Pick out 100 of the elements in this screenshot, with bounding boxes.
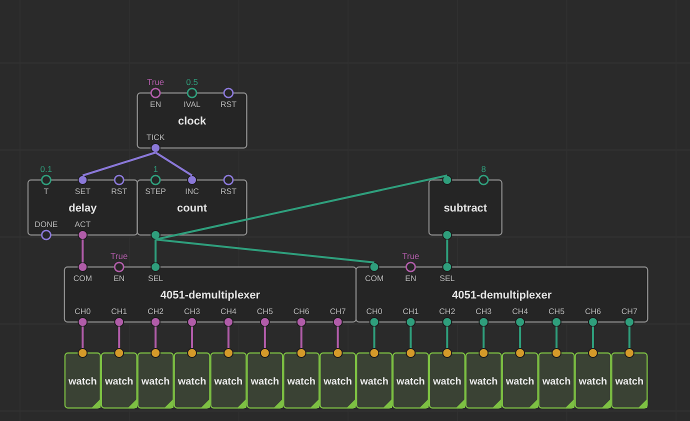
pin[interactable] [187, 348, 198, 358]
pin[interactable] [78, 262, 88, 272]
pin[interactable] [588, 348, 598, 358]
pin[interactable] [478, 174, 489, 186]
pin[interactable] [150, 317, 161, 327]
watch-node [283, 352, 320, 409]
corner-marker [528, 399, 538, 408]
pin[interactable] [296, 317, 306, 327]
node-title: watch [506, 376, 534, 388]
pin[interactable] [150, 88, 161, 98]
link [336, 326, 339, 348]
node-title: count [177, 202, 207, 214]
watch-node [246, 352, 284, 409]
pin[interactable] [406, 317, 416, 327]
pin[interactable] [260, 317, 270, 327]
node-title: watch [433, 376, 462, 388]
pin[interactable] [296, 348, 306, 358]
pin[interactable] [406, 348, 416, 358]
pin-label: DONE [34, 220, 58, 229]
pin-label: CH1 [402, 307, 419, 316]
pin-value: 8 [481, 164, 486, 174]
pin[interactable] [624, 348, 634, 358]
watch-node [611, 352, 648, 409]
pin[interactable] [150, 174, 161, 186]
corner-marker [310, 399, 320, 408]
pin-label: RST [220, 100, 236, 109]
corner-marker [419, 399, 428, 408]
pin-label: CH7 [621, 307, 638, 316]
pin[interactable] [223, 174, 234, 186]
pin-label: CH5 [548, 307, 565, 316]
pin[interactable] [78, 230, 88, 240]
pin-label: CH7 [330, 307, 346, 316]
link [191, 326, 194, 348]
pin-label: T [44, 187, 49, 196]
pin-label: CH6 [293, 307, 310, 316]
pin[interactable] [78, 348, 88, 358]
pin-label: COM [364, 274, 384, 283]
pin-value: 0.5 [186, 77, 198, 87]
pin-label: SEL [148, 274, 164, 283]
pin[interactable] [369, 317, 380, 327]
watch-node [100, 352, 138, 409]
pin[interactable] [442, 348, 452, 358]
pin[interactable] [78, 317, 88, 327]
pin[interactable] [405, 262, 416, 272]
pin[interactable] [150, 143, 161, 153]
pin[interactable] [515, 348, 526, 358]
pin[interactable] [187, 175, 198, 185]
pin[interactable] [369, 262, 380, 272]
pin[interactable] [369, 348, 380, 358]
pin[interactable] [114, 262, 124, 272]
pin[interactable] [78, 175, 88, 185]
pin-value: 1 [153, 164, 158, 174]
pin[interactable] [260, 348, 270, 358]
pin-label: CH5 [256, 307, 273, 316]
pin[interactable] [442, 262, 452, 272]
node-title: subtract [444, 202, 488, 214]
corner-marker [456, 399, 465, 408]
pin[interactable] [478, 348, 489, 358]
pin[interactable] [40, 230, 52, 240]
pin[interactable] [223, 88, 234, 98]
pin[interactable] [40, 174, 52, 186]
pin[interactable] [478, 317, 489, 327]
node-title: watch [360, 376, 388, 388]
pin[interactable] [223, 317, 234, 327]
pin[interactable] [223, 348, 234, 358]
pin-label: STEP [145, 187, 166, 196]
node-title: watch [615, 376, 644, 388]
watch-node [210, 352, 247, 409]
pin-label: CH3 [476, 307, 492, 316]
pin[interactable] [442, 317, 452, 327]
pin[interactable] [442, 230, 452, 240]
link [300, 326, 302, 348]
pin[interactable] [150, 348, 161, 358]
pin[interactable] [588, 317, 598, 327]
node-title: watch [104, 376, 134, 388]
pin[interactable] [186, 88, 198, 98]
pin[interactable] [624, 317, 634, 327]
pin[interactable] [150, 262, 161, 272]
node-title: clock [178, 116, 206, 128]
corner-marker [91, 399, 100, 408]
corner-marker [274, 399, 283, 408]
pin[interactable] [114, 317, 124, 327]
pin[interactable] [187, 317, 198, 327]
corner-marker [602, 399, 611, 408]
corner-marker [237, 399, 246, 408]
pin[interactable] [552, 348, 562, 358]
pin-label: EN [150, 100, 162, 109]
link [264, 326, 266, 348]
pin[interactable] [114, 348, 124, 358]
node-title: 4051-demultiplexer [452, 290, 552, 302]
corner-marker [200, 399, 210, 408]
node-title: watch [178, 376, 206, 388]
pin[interactable] [515, 317, 526, 327]
corner-marker [492, 399, 502, 408]
pin[interactable] [442, 175, 452, 185]
pin[interactable] [552, 317, 562, 327]
pin[interactable] [332, 348, 343, 358]
link [482, 326, 485, 348]
pin[interactable] [332, 317, 343, 327]
pin[interactable] [114, 174, 124, 186]
